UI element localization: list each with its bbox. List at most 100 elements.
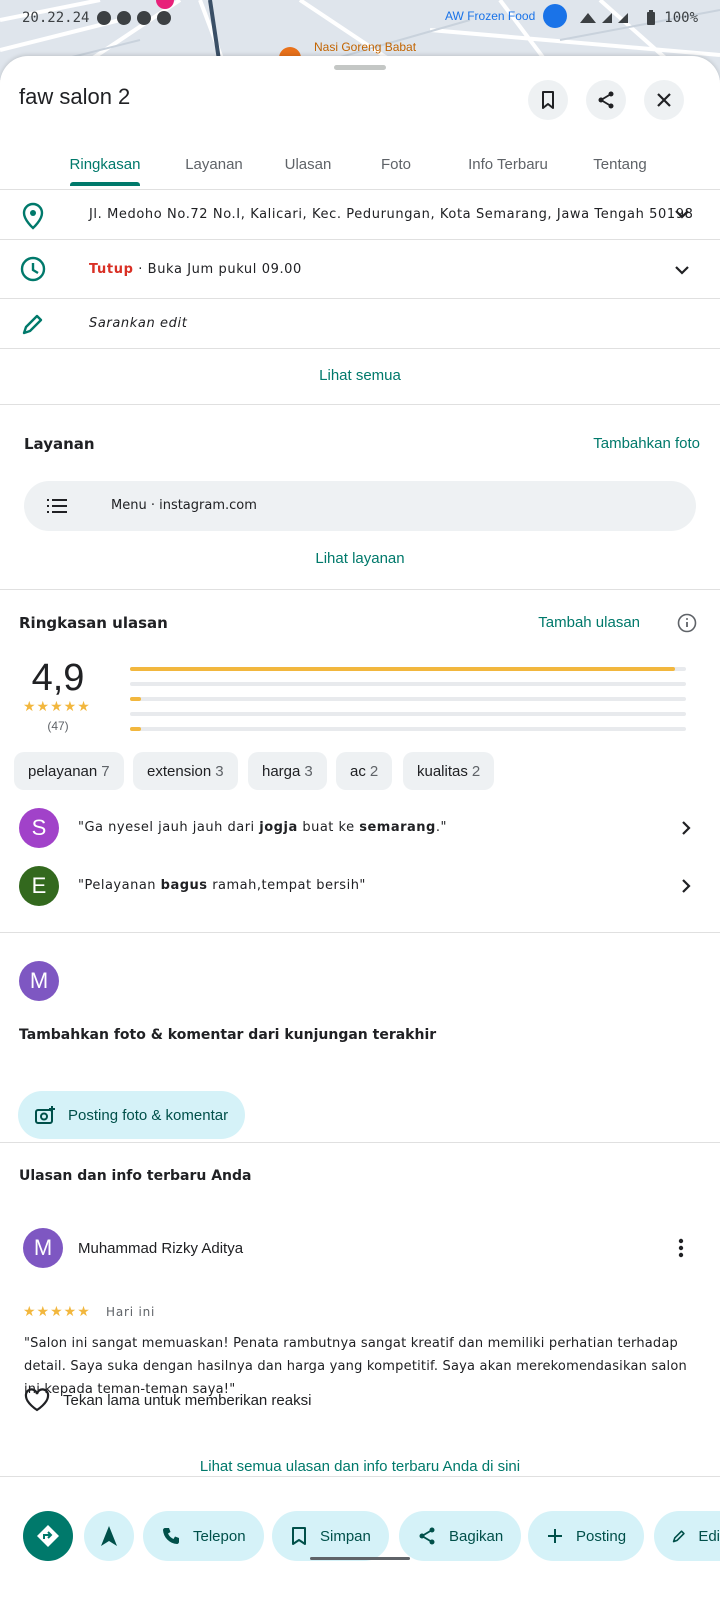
gesture-nav-bar[interactable] (310, 1557, 410, 1560)
chip-label: ac (350, 762, 366, 780)
add-photo-link[interactable]: Tambahkan foto (560, 435, 700, 452)
notification-icons (97, 11, 172, 25)
save-button[interactable]: Simpan (272, 1511, 389, 1561)
rating-bar-fill (130, 727, 142, 731)
more-options-icon[interactable] (677, 1237, 685, 1259)
whatsapp-icon (117, 11, 132, 25)
start-navigation-button[interactable] (84, 1511, 134, 1561)
divider (0, 1142, 720, 1143)
action-bar: Telepon Simpan Bagikan Posting Edi (0, 1476, 720, 1600)
share-icon (419, 1527, 435, 1545)
messenger-icon (97, 11, 112, 25)
address-text: Jl. Medoho No.72 No.I, Kalicari, Kec. Pe… (89, 207, 694, 222)
review-author[interactable]: Muhammad Rizky Aditya (78, 1240, 243, 1257)
save-place-button[interactable] (528, 80, 568, 120)
share-label: Bagikan (449, 1527, 504, 1545)
topic-chip-pelayanan[interactable]: pelayanan 7 (14, 752, 124, 790)
place-title: faw salon 2 (19, 84, 131, 109)
see-all-link[interactable]: Lihat semua (0, 367, 720, 384)
react-hint: Tekan lama untuk memberikan reaksi (63, 1391, 312, 1409)
topic-chip-ac[interactable]: ac 2 (336, 752, 393, 790)
reviews-summary-heading: Ringkasan ulasan (19, 614, 168, 632)
rating-bar (130, 712, 686, 716)
pencil-icon (22, 314, 43, 335)
chip-label: extension (147, 762, 212, 780)
tab-tentang[interactable]: Tentang (584, 138, 656, 190)
map-label-nasi-goreng[interactable]: Nasi Goreng Babat (314, 40, 416, 54)
services-heading: Layanan (24, 435, 95, 453)
status-time: 20.22.24 (22, 10, 90, 26)
rating-bar-fill (130, 697, 142, 701)
chip-count: 3 (215, 762, 224, 780)
share-icon (598, 91, 614, 109)
my-reviews-heading: Ulasan dan info terbaru Anda (19, 1168, 252, 1184)
chevron-down-icon (675, 266, 689, 275)
avatar: E (19, 866, 59, 906)
see-all-my-reviews-link[interactable]: Lihat semua ulasan dan info terbaru Anda… (0, 1458, 720, 1475)
chevron-right-icon (682, 879, 691, 893)
tab-ulasan[interactable]: Ulasan (274, 138, 342, 190)
place-sheet: faw salon 2 Ringkasan Layanan Ulasan Fot… (0, 56, 720, 1600)
topic-chip-kualitas[interactable]: kualitas 2 (403, 752, 495, 790)
telegram-icon (137, 11, 152, 25)
battery-icon (647, 10, 656, 25)
divider (0, 932, 720, 933)
suggest-edit-text: Sarankan edit (89, 316, 188, 331)
bookmark-icon (292, 1527, 306, 1545)
phone-icon (163, 1528, 179, 1544)
add-review-link[interactable]: Tambah ulasan (520, 614, 640, 631)
info-icon[interactable] (677, 613, 697, 633)
post-label: Posting (576, 1527, 627, 1545)
see-services-link[interactable]: Lihat layanan (0, 550, 720, 567)
post-button[interactable]: Posting (528, 1511, 645, 1561)
plus-icon (548, 1529, 562, 1543)
share-place-button[interactable] (586, 80, 626, 120)
chip-label: harga (262, 762, 301, 780)
drag-handle[interactable] (334, 65, 386, 70)
clock-icon (20, 256, 46, 282)
pencil-icon (672, 1530, 685, 1543)
call-label: Telepon (193, 1527, 246, 1545)
heart-icon (24, 1388, 50, 1412)
topic-chip-extension[interactable]: extension 3 (133, 752, 238, 790)
post-photo-comment-button[interactable]: Posting foto & komentar (18, 1091, 245, 1139)
author-avatar: M (23, 1228, 63, 1268)
tab-info-terbaru[interactable]: Info Terbaru (452, 138, 564, 190)
close-button[interactable] (644, 80, 684, 120)
rating-bar (130, 667, 686, 671)
app-icon (157, 11, 172, 25)
my-review-stars: ★★★★★ (23, 1303, 91, 1319)
location-pin-icon (22, 202, 44, 230)
share-button[interactable]: Bagikan (399, 1511, 522, 1561)
status-bar: 20.22.24 100% (0, 0, 720, 36)
snippet-text: "Ga nyesel jauh jauh dari jogja buat ke … (78, 820, 447, 835)
directions-icon (37, 1525, 59, 1547)
menu-label: Menu · instagram.com (111, 498, 257, 513)
chip-label: pelayanan (28, 762, 98, 780)
active-tab-indicator (70, 182, 140, 186)
rating-bar (130, 697, 686, 701)
hours-row[interactable]: Tutup · Buka Jum pukul 09.00 (0, 240, 720, 299)
battery-level: 100% (664, 10, 698, 26)
rating-bar (130, 727, 686, 731)
rating-value: 4,9 (31, 657, 85, 699)
call-button[interactable]: Telepon (143, 1511, 264, 1561)
tab-layanan[interactable]: Layanan (174, 138, 254, 190)
react-row[interactable]: Tekan lama untuk memberikan reaksi (23, 1387, 311, 1413)
add-visit-heading: Tambahkan foto & komentar dari kunjungan… (19, 1027, 437, 1043)
chip-count: 2 (369, 762, 379, 780)
snippet-text: "Pelayanan bagus ramah,tempat bersih" (78, 878, 366, 893)
avatar: S (19, 808, 59, 848)
edit-button[interactable]: Edi (654, 1511, 720, 1561)
topic-chip-harga[interactable]: harga 3 (248, 752, 327, 790)
suggest-edit-row[interactable]: Sarankan edit (0, 299, 720, 349)
navigation-arrow-icon (101, 1526, 117, 1546)
tab-foto[interactable]: Foto (366, 138, 426, 190)
status-closed: Tutup (89, 262, 134, 277)
address-row[interactable]: Jl. Medoho No.72 No.I, Kalicari, Kec. Pe… (0, 190, 720, 240)
list-icon (47, 499, 67, 513)
add-photo-icon (35, 1106, 55, 1124)
menu-link[interactable]: Menu · instagram.com (24, 481, 696, 531)
chip-label: kualitas (417, 762, 468, 780)
directions-button[interactable] (23, 1511, 73, 1561)
